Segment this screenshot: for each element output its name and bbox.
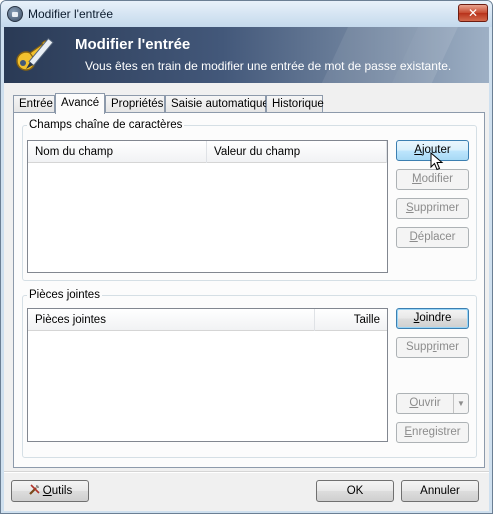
footer-separator [4,471,489,473]
attachments-list-header: Pièces jointes Taille [28,309,387,331]
advanced-tab-panel: Champs chaîne de caractères Nom du champ… [13,112,485,468]
dialog-body: Entrée Avancé Propriétés Saisie automati… [4,83,489,511]
edit-entry-window: Modifier l'entrée ✕ Modifier l'entrée Vo… [0,0,493,514]
lock-icon [7,6,23,22]
tab-entree[interactable]: Entrée [13,95,55,113]
add-field-button[interactable]: Ajouter [396,140,469,161]
strings-list-header: Nom du champ Valeur du champ [28,141,387,163]
open-attachment-button[interactable]: Ouvrir ▼ [396,393,469,414]
delete-field-button[interactable]: Supprimer [396,198,469,219]
window-title: Modifier l'entrée [28,7,113,21]
ok-button[interactable]: OK [316,480,394,502]
delete-attachment-button[interactable]: Supprimer [396,337,469,358]
banner-title: Modifier l'entrée [75,36,191,53]
tab-avance[interactable]: Avancé [55,93,105,114]
attachments-list[interactable]: Pièces jointes Taille [27,308,388,442]
move-field-button[interactable]: Déplacer [396,227,469,248]
strings-group-legend: Champs chaîne de caractères [29,119,183,131]
save-attachment-button[interactable]: Enregistrer [396,422,469,443]
attach-file-button[interactable]: Joindre [396,308,469,329]
banner: Modifier l'entrée Vous êtes en train de … [4,27,489,83]
key-pencil-icon [16,37,54,71]
banner-subtitle: Vous êtes en train de modifier une entré… [85,59,452,73]
strings-list[interactable]: Nom du champ Valeur du champ [27,140,388,273]
column-header-size[interactable]: Taille [315,309,387,331]
column-header-field-value[interactable]: Valeur du champ [207,141,387,163]
title-bar[interactable]: Modifier l'entrée ✕ [1,1,492,27]
attachments-group-legend: Pièces jointes [29,289,100,301]
tab-historique[interactable]: Historique [266,95,324,113]
tools-icon [29,484,40,495]
column-header-field-name[interactable]: Nom du champ [28,141,207,163]
cancel-button[interactable]: Annuler [401,480,479,502]
column-header-attachments[interactable]: Pièces jointes [28,309,315,331]
chevron-down-icon[interactable]: ▼ [453,394,468,413]
tab-proprietes[interactable]: Propriétés [105,95,165,113]
tools-button[interactable]: Outils [11,480,89,502]
edit-field-button[interactable]: Modifier [396,169,469,190]
tab-saisie-automatique[interactable]: Saisie automatique [165,95,269,113]
close-button[interactable]: ✕ [458,4,488,22]
